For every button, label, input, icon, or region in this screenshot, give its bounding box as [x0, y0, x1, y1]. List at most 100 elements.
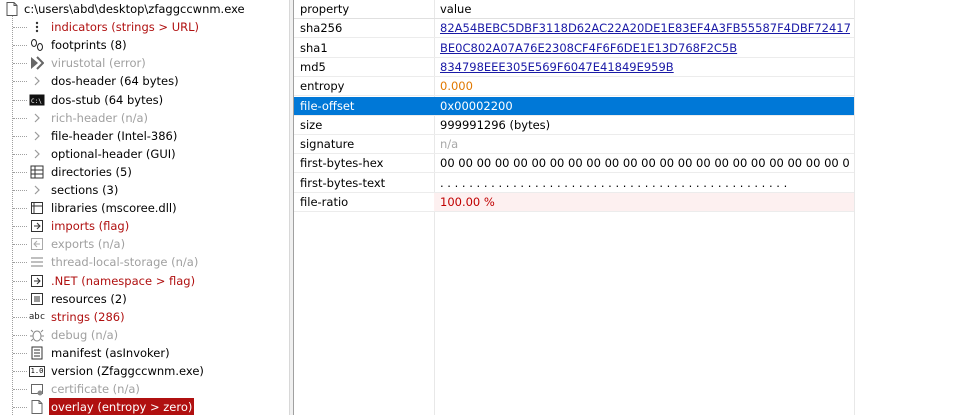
grid-row-sha256[interactable]: sha256 82A54BEBC5DBF3118D62AC22A20DE1E83E…	[294, 19, 854, 38]
tree-item-optional-header[interactable]: optional-header (GUI)	[0, 145, 289, 163]
property-name: first-bytes-text	[300, 176, 386, 190]
debug-icon	[29, 327, 45, 343]
tree-item-label: imports (flag)	[51, 219, 130, 233]
hash-link[interactable]: BE0C802A07A76E2308CF4F6F6DE1E13D768F2C5B	[440, 39, 850, 58]
property-name: first-bytes-hex	[300, 156, 384, 170]
tree-item-label: dos-header (64 bytes)	[51, 74, 179, 88]
tree-item-indicators[interactable]: indicators (strings > URL)	[0, 18, 289, 36]
tree-item-virustotal[interactable]: virustotal (error)	[0, 54, 289, 72]
console-icon: C:\	[29, 92, 45, 108]
tree-item-label: sections (3)	[51, 183, 119, 197]
tree-item-rich-header[interactable]: rich-header (n/a)	[0, 109, 289, 127]
property-name: size	[300, 118, 323, 132]
tree-item-label: overlay (entropy > zero)	[49, 398, 195, 415]
property-value: n/a	[440, 137, 459, 151]
exports-icon	[29, 236, 45, 252]
tree-item-label: virustotal (error)	[51, 56, 146, 70]
tree-root[interactable]: c:\users\abd\desktop\zfaggccwnm.exe	[0, 0, 289, 18]
tree-item-label: version (Zfaggccwnm.exe)	[51, 364, 204, 378]
expand-arrow-icon[interactable]	[29, 110, 45, 126]
column-header-property[interactable]: property	[300, 0, 349, 19]
tree-item-directories[interactable]: directories (5)	[0, 163, 289, 181]
property-value: 100.00 %	[440, 195, 495, 209]
tree-item-net[interactable]: .NET (namespace > flag)	[0, 272, 289, 290]
version-icon: 1.0	[28, 365, 46, 377]
grid-header-row: property value	[294, 0, 854, 19]
property-name: sha256	[300, 21, 343, 35]
footprints-icon	[29, 37, 45, 53]
hash-link[interactable]: 82A54BEBC5DBF3118D62AC22A20DE1E83EF4A3FB…	[440, 19, 850, 38]
tree-item-debug[interactable]: debug (n/a)	[0, 326, 289, 344]
property-value: 00 00 00 00 00 00 00 00 00 00 00 00 00 0…	[440, 156, 850, 170]
dotnet-icon	[29, 273, 45, 289]
tree-item-sections[interactable]: sections (3)	[0, 181, 289, 199]
manifest-icon	[29, 345, 45, 361]
tree-item-libraries[interactable]: libraries (mscoree.dll)	[0, 199, 289, 217]
grid-row-sha1[interactable]: sha1 BE0C802A07A76E2308CF4F6F6DE1E13D768F…	[294, 39, 854, 58]
tree-item-label: libraries (mscoree.dll)	[51, 201, 177, 215]
tree-item-strings[interactable]: abc strings (286)	[0, 308, 289, 326]
tree-item-dos-stub[interactable]: C:\ dos-stub (64 bytes)	[0, 91, 289, 109]
grid-row-file-ratio[interactable]: file-ratio 100.00 %	[294, 193, 854, 212]
tree-item-file-header[interactable]: file-header (Intel-386)	[0, 127, 289, 145]
tree-item-label: manifest (asInvoker)	[51, 346, 170, 360]
tree-root-label: c:\users\abd\desktop\zfaggccwnm.exe	[24, 2, 245, 16]
tree-item-label: footprints (8)	[51, 38, 127, 52]
tree-item-label: resources (2)	[51, 292, 127, 306]
grid-row-first-bytes-hex[interactable]: first-bytes-hex 00 00 00 00 00 00 00 00 0…	[294, 154, 854, 173]
tree-item-label: thread-local-storage (n/a)	[51, 255, 199, 269]
tree-item-resources[interactable]: resources (2)	[0, 290, 289, 308]
grid-row-file-offset[interactable]: file-offset 0x00002200	[294, 97, 854, 116]
property-value: 999991296 (bytes)	[440, 118, 551, 132]
tree-item-label: certificate (n/a)	[51, 382, 140, 396]
tree-item-label: directories (5)	[51, 165, 132, 179]
tree-item-exports[interactable]: exports (n/a)	[0, 235, 289, 253]
property-value: . . . . . . . . . . . . . . . . . . . . …	[440, 176, 788, 190]
tree-item-dos-header[interactable]: dos-header (64 bytes)	[0, 72, 289, 90]
virustotal-icon	[29, 55, 45, 71]
property-name: entropy	[300, 79, 345, 93]
certificate-icon	[29, 381, 45, 397]
tls-icon	[29, 254, 45, 270]
overlay-icon	[29, 399, 45, 415]
tree-item-overlay[interactable]: overlay (entropy > zero)	[0, 398, 289, 415]
tree-item-version[interactable]: 1.0 version (Zfaggccwnm.exe)	[0, 362, 289, 380]
tree-item-thread-local-storage[interactable]: thread-local-storage (n/a)	[0, 253, 289, 271]
properties-grid: property value sha256 82A54BEBC5DBF3118D6…	[294, 0, 966, 415]
strings-icon: abc	[28, 312, 46, 322]
tree-item-label: exports (n/a)	[51, 237, 126, 251]
indicators-icon	[29, 19, 45, 35]
tree-item-label: indicators (strings > URL)	[51, 20, 200, 34]
grid-row-signature[interactable]: signature n/a	[294, 135, 854, 154]
directories-icon	[29, 164, 45, 180]
tree-item-certificate[interactable]: certificate (n/a)	[0, 380, 289, 398]
property-name: md5	[300, 60, 326, 74]
libraries-icon	[29, 200, 45, 216]
tree-item-label: rich-header (n/a)	[51, 111, 149, 125]
property-value: 0.000	[440, 79, 473, 93]
tree-item-label: strings (286)	[51, 310, 125, 324]
tree-item-imports[interactable]: imports (flag)	[0, 217, 289, 235]
tree-item-footprints[interactable]: footprints (8)	[0, 36, 289, 54]
column-divider[interactable]	[854, 0, 855, 415]
grid-row-md5[interactable]: md5 834798EEE305E569F6047E41849E959B	[294, 58, 854, 77]
svg-text:C:\: C:\	[31, 98, 42, 105]
expand-arrow-icon[interactable]	[29, 146, 45, 162]
grid-row-entropy[interactable]: entropy 0.000	[294, 77, 854, 96]
expand-arrow-icon[interactable]	[29, 73, 45, 89]
property-name: file-ratio	[300, 195, 349, 209]
column-header-value[interactable]: value	[440, 0, 850, 19]
property-name: file-offset	[300, 99, 355, 113]
expand-arrow-icon[interactable]	[29, 182, 45, 198]
tree-item-manifest[interactable]: manifest (asInvoker)	[0, 344, 289, 362]
tree-item-label: debug (n/a)	[51, 328, 119, 342]
grid-row-size[interactable]: size 999991296 (bytes)	[294, 116, 854, 135]
tree-item-label: dos-stub (64 bytes)	[51, 93, 164, 107]
hash-link[interactable]: 834798EEE305E569F6047E41849E959B	[440, 58, 850, 77]
file-icon	[4, 1, 20, 17]
property-name: sha1	[300, 41, 328, 55]
expand-arrow-icon[interactable]	[29, 128, 45, 144]
imports-icon	[29, 218, 45, 234]
grid-row-first-bytes-text[interactable]: first-bytes-text . . . . . . . . . . . . …	[294, 174, 854, 193]
tree-item-label: optional-header (GUI)	[51, 147, 176, 161]
